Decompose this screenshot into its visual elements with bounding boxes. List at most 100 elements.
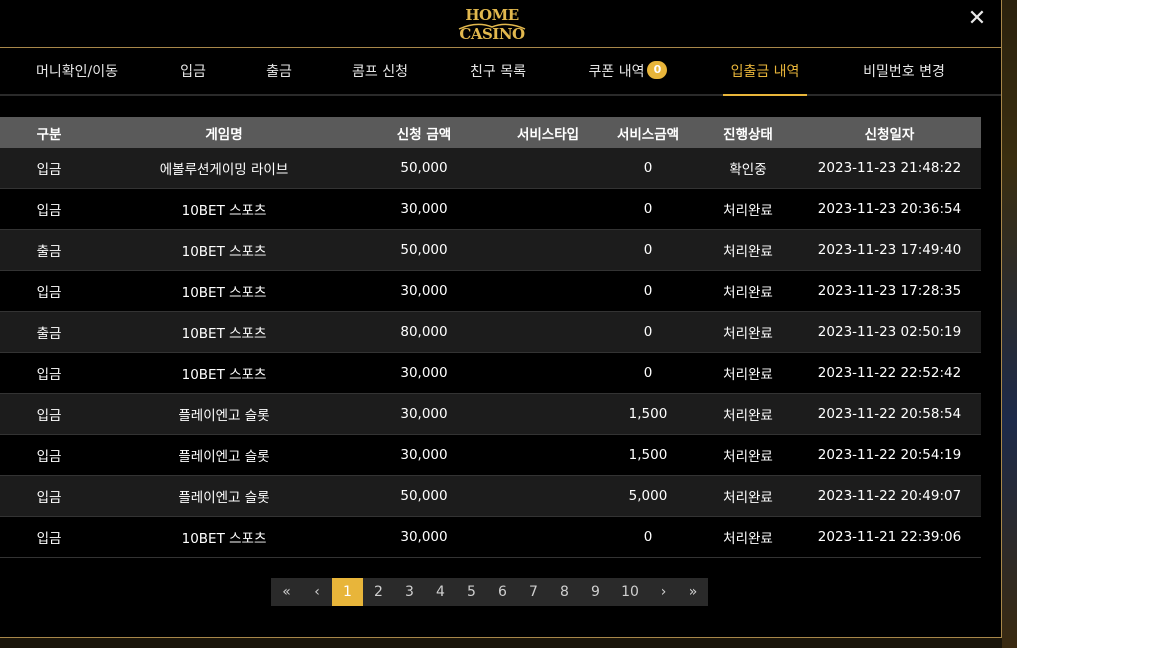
status-cell: 처리완료	[698, 516, 798, 558]
prev-page-button[interactable]: ‹	[302, 578, 332, 606]
page-button-10[interactable]: 10	[611, 578, 649, 606]
page-button-8[interactable]: 8	[549, 578, 580, 606]
table-row: 입금 10BET 스포츠 30,000 0 처리완료 2023-11-23 17:28:3…	[0, 270, 981, 312]
game-cell: 플레이엔고 슬롯	[98, 434, 350, 476]
date-cell: 2023-11-22 20:49:07	[798, 475, 981, 517]
home-casino-logo: HOME CASINO	[437, 5, 547, 43]
page-button-2[interactable]: 2	[363, 578, 394, 606]
type-cell: 출금	[0, 311, 98, 353]
table-row: 입금 플레이엔고 슬롯 30,000 1,500 처리완료 2023-11-22 20:5…	[0, 434, 981, 476]
amount-cell: 50,000	[350, 148, 498, 189]
service-type-cell	[498, 475, 598, 517]
page-button-3[interactable]: 3	[394, 578, 425, 606]
modal-header: HOME CASINO ✕	[0, 0, 1001, 48]
type-cell: 입금	[0, 434, 98, 476]
page-button-6[interactable]: 6	[487, 578, 518, 606]
transaction-table: 구분 게임명 신청 금액 서비스타입 서비스금액 진행상태 신청일자 입금 에볼루…	[0, 117, 981, 558]
service-type-cell	[498, 393, 598, 435]
status-cell: 처리완료	[698, 393, 798, 435]
tab-label: 입출금 내역	[730, 64, 800, 80]
game-cell: 10BET 스포츠	[98, 229, 350, 271]
type-cell: 입금	[0, 516, 98, 558]
page-button-7[interactable]: 7	[518, 578, 549, 606]
amount-cell: 50,000	[350, 475, 498, 517]
tab-deposit[interactable]: 입금	[176, 48, 210, 94]
amount-cell: 30,000	[350, 352, 498, 394]
amount-cell: 30,000	[350, 434, 498, 476]
amount-cell: 80,000	[350, 311, 498, 353]
status-cell: 확인중	[698, 148, 798, 189]
table-row: 입금 10BET 스포츠 30,000 0 처리완료 2023-11-21 22:39:0…	[0, 516, 981, 558]
date-cell: 2023-11-23 20:36:54	[798, 188, 981, 230]
status-cell: 처리완료	[698, 352, 798, 394]
game-cell: 10BET 스포츠	[98, 188, 350, 230]
column-header-amount: 신청 금액	[350, 117, 498, 148]
game-cell: 10BET 스포츠	[98, 516, 350, 558]
status-cell: 처리완료	[698, 229, 798, 271]
page-button-9[interactable]: 9	[580, 578, 611, 606]
type-cell: 입금	[0, 188, 98, 230]
amount-cell: 30,000	[350, 188, 498, 230]
table-row: 입금 플레이엔고 슬롯 50,000 5,000 처리완료 2023-11-22 20:4…	[0, 475, 981, 517]
date-cell: 2023-11-23 21:48:22	[798, 148, 981, 189]
game-cell: 10BET 스포츠	[98, 311, 350, 353]
next-page-button[interactable]: ›	[649, 578, 678, 606]
tab-bar: 머니확인/이동 입금 출금 콤프 신청 친구 목록 쿠폰 내역 0 입출금 내역 …	[0, 48, 1001, 96]
logo-swoosh-icon	[458, 23, 526, 30]
game-cell: 에볼루션게이밍 라이브	[98, 148, 350, 189]
pagination: « ‹ 1 2 3 4 5 6 7 8 9 10 › »	[271, 578, 708, 606]
service-amount-cell: 0	[598, 270, 698, 312]
service-amount-cell: 0	[598, 311, 698, 353]
service-type-cell	[498, 229, 598, 271]
page-button-5[interactable]: 5	[456, 578, 487, 606]
table-row: 입금 플레이엔고 슬롯 30,000 1,500 처리완료 2023-11-22 20:5…	[0, 393, 981, 435]
service-type-cell	[498, 352, 598, 394]
first-page-button[interactable]: «	[271, 578, 302, 606]
type-cell: 출금	[0, 229, 98, 271]
last-page-button[interactable]: »	[678, 578, 708, 606]
service-amount-cell: 1,500	[598, 393, 698, 435]
type-cell: 입금	[0, 352, 98, 394]
page-button-1[interactable]: 1	[332, 578, 363, 606]
table-header-row: 구분 게임명 신청 금액 서비스타입 서비스금액 진행상태 신청일자	[0, 117, 981, 148]
date-cell: 2023-11-23 17:49:40	[798, 229, 981, 271]
close-button[interactable]: ✕	[965, 7, 989, 31]
table-row: 출금 10BET 스포츠 50,000 0 처리완료 2023-11-23 17:49:4…	[0, 229, 981, 271]
tab-coupon-history[interactable]: 쿠폰 내역 0	[584, 48, 672, 94]
status-cell: 처리완료	[698, 188, 798, 230]
type-cell: 입금	[0, 270, 98, 312]
service-type-cell	[498, 148, 598, 189]
page-button-4[interactable]: 4	[425, 578, 456, 606]
tab-label: 비밀번호 변경	[863, 64, 945, 80]
table-row: 입금 10BET 스포츠 30,000 0 처리완료 2023-11-23 20:36:5…	[0, 188, 981, 230]
tab-label: 입금	[180, 64, 206, 80]
tab-change-password[interactable]: 비밀번호 변경	[858, 48, 950, 94]
game-cell: 10BET 스포츠	[98, 270, 350, 312]
table-row: 입금 10BET 스포츠 30,000 0 처리완료 2023-11-22 22:52:4…	[0, 352, 981, 394]
type-cell: 입금	[0, 393, 98, 435]
service-amount-cell: 0	[598, 352, 698, 394]
tab-money-check[interactable]: 머니확인/이동	[32, 48, 122, 94]
amount-cell: 30,000	[350, 516, 498, 558]
status-cell: 처리완료	[698, 434, 798, 476]
date-cell: 2023-11-22 20:58:54	[798, 393, 981, 435]
service-amount-cell: 0	[598, 229, 698, 271]
tab-withdraw[interactable]: 출금	[262, 48, 296, 94]
column-header-game: 게임명	[98, 117, 350, 148]
game-cell: 플레이엔고 슬롯	[98, 393, 350, 435]
tab-label: 콤프 신청	[352, 64, 408, 80]
amount-cell: 30,000	[350, 393, 498, 435]
game-cell: 10BET 스포츠	[98, 352, 350, 394]
service-type-cell	[498, 516, 598, 558]
service-type-cell	[498, 434, 598, 476]
date-cell: 2023-11-23 17:28:35	[798, 270, 981, 312]
date-cell: 2023-11-23 02:50:19	[798, 311, 981, 353]
service-amount-cell: 0	[598, 188, 698, 230]
table-body: 입금 에볼루션게이밍 라이브 50,000 0 확인중 2023-11-23 21:48:…	[0, 148, 981, 558]
column-header-service-type: 서비스타입	[498, 117, 598, 148]
column-header-date: 신청일자	[798, 117, 981, 148]
status-cell: 처리완료	[698, 311, 798, 353]
tab-friend-list[interactable]: 친구 목록	[466, 48, 530, 94]
tab-comp-request[interactable]: 콤프 신청	[348, 48, 412, 94]
tab-transaction-history[interactable]: 입출금 내역	[723, 48, 807, 96]
